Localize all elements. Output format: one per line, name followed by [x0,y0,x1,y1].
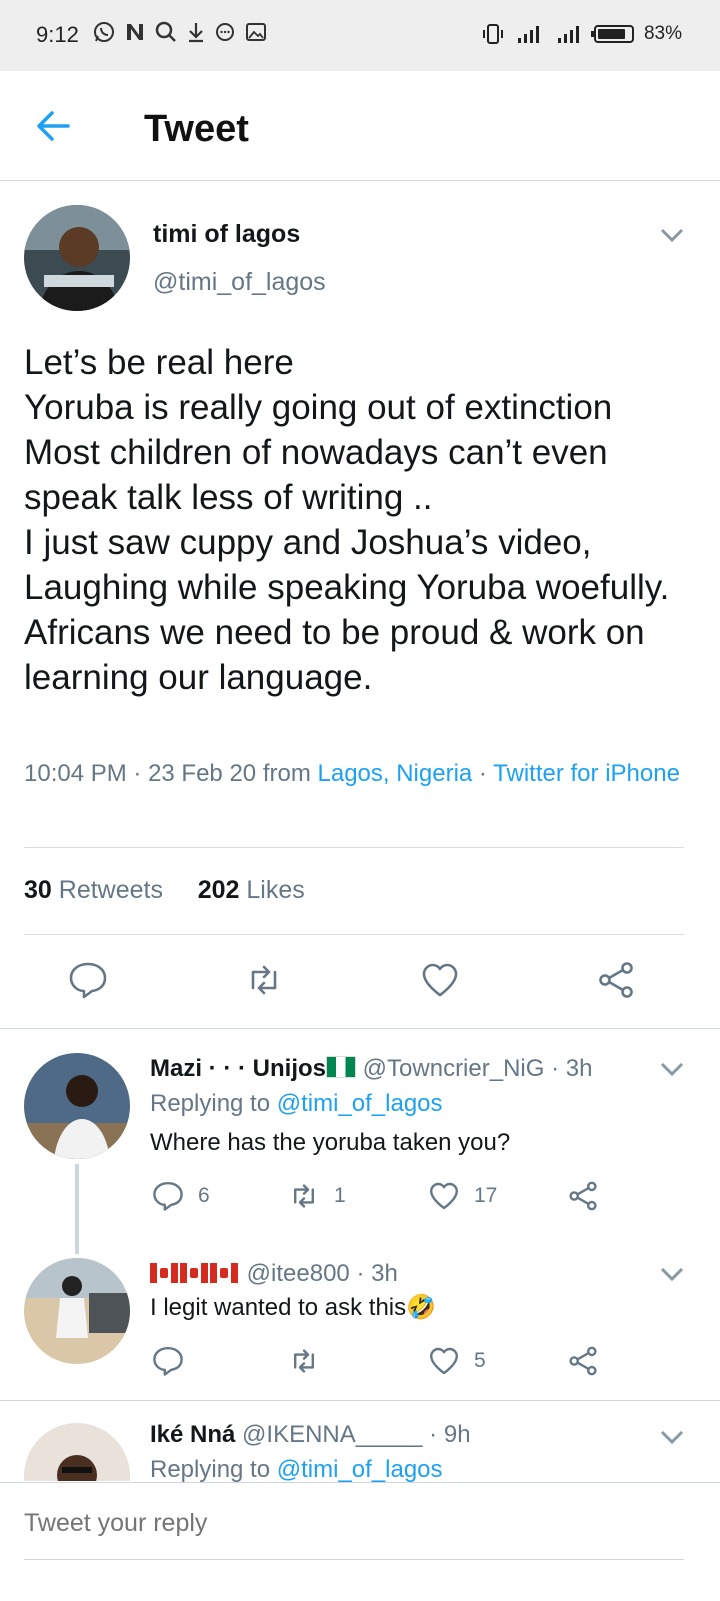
reply-header: Iké Nná @IKENNA_____ · 9h [150,1421,471,1448]
replying-to-link[interactable]: @timi_of_lagos [277,1456,443,1483]
page-title: Tweet [144,108,249,150]
replying-to: Replying to @timi_of_lagos [150,1090,443,1117]
image-icon [246,23,266,41]
reply-icon[interactable] [68,960,108,1000]
divider [24,934,684,935]
share-icon [569,1346,597,1376]
tweet-reply-input[interactable] [24,1509,684,1538]
chevron-down-icon[interactable] [658,1265,686,1283]
status-time: 9:12 [36,22,79,47]
reply-time: 9h [443,1421,471,1448]
replying-to: Replying to @timi_of_lagos [150,1456,443,1483]
reply-like-action[interactable]: 5 [428,1345,486,1377]
reply-count: 6 [198,1184,210,1207]
reply-author-name[interactable]: Mazi · · · Unijos [150,1055,326,1082]
section-divider [0,1028,720,1029]
chevron-down-icon[interactable] [658,226,686,244]
vibrate-icon [482,24,503,44]
reply-input-underline [24,1559,684,1560]
from-label: from [262,760,311,787]
reply-reply-action[interactable]: 6 [152,1180,210,1212]
replying-to-link[interactable]: @timi_of_lagos [277,1090,443,1117]
reply-retweet-action[interactable] [288,1345,320,1377]
reply-text: Where has the yoruba taken you? [150,1129,511,1156]
tweet-date: 23 Feb 20 [148,760,257,787]
reply-icon [153,1347,183,1376]
retweets-stat[interactable]: 30 Retweets [24,876,163,904]
reply-reply-action[interactable] [152,1345,184,1377]
reply-author-handle[interactable]: @Towncrier_NiG [363,1055,545,1082]
battery-icon [590,25,634,43]
search-icon [155,21,176,42]
reply-retweet-action[interactable]: 1 [288,1180,346,1212]
reply-author-handle[interactable]: @itee800 [247,1260,350,1287]
n-icon [127,24,143,40]
like-count: 5 [474,1349,486,1372]
retweet-count: 1 [334,1184,346,1207]
reply-avatar[interactable] [24,1258,130,1364]
reply-avatar[interactable] [24,1423,130,1481]
reply-share-action[interactable] [567,1345,599,1377]
reply-like-action[interactable]: 17 [428,1180,497,1212]
retweet-icon [294,1184,314,1208]
canada-flag-icon [180,1263,208,1283]
author-avatar[interactable] [24,205,130,311]
tweet-time: 10:04 PM [24,760,127,787]
signal-icon [517,26,539,43]
nigeria-flag-icon [326,1056,356,1078]
canada-flag-icon [150,1263,178,1283]
battery-percent: 83% [643,23,682,44]
download-icon [189,23,203,43]
signal-icon-2 [557,26,579,43]
divider [24,847,684,848]
back-arrow-icon [37,111,70,141]
tweet-actions [0,960,720,1010]
tweet-stats: 30 Retweets 202 Likes [24,876,305,905]
chat-icon [216,23,234,41]
like-icon [430,1347,458,1375]
section-divider [0,1400,720,1401]
back-button[interactable] [32,108,76,144]
reply-text: I legit wanted to ask this🤣 [150,1294,437,1321]
reply-share-action[interactable] [567,1180,599,1212]
status-bar: 9:12 83% [0,0,720,71]
tweet-source-link[interactable]: Twitter for iPhone [493,760,680,787]
like-icon[interactable] [420,960,460,1000]
status-right: 83% [480,22,682,46]
whatsapp-icon [94,22,114,42]
likes-stat[interactable]: 202 Likes [198,876,305,904]
retweet-icon [294,1349,314,1373]
reply-header: Mazi · · · Unijos @Towncrier_NiG · 3h [150,1055,593,1082]
reply-author-handle[interactable]: @IKENNA_____ [242,1421,422,1448]
share-icon [569,1181,597,1211]
tweet-text: Let’s be real here Yoruba is really goin… [24,343,670,697]
tweet-location-link[interactable]: Lagos, Nigeria [318,760,473,787]
like-count: 17 [474,1184,498,1207]
author-handle[interactable]: @timi_of_lagos [153,268,326,297]
reply-time: 3h [565,1055,593,1082]
share-icon[interactable] [596,960,636,1000]
reply-header: @itee800 · 3h [150,1260,398,1288]
chevron-down-icon[interactable] [658,1428,686,1446]
reply-bar [0,1482,720,1601]
reply-time: 3h [371,1260,398,1287]
canada-flag-icon [210,1263,238,1283]
retweet-icon[interactable] [244,960,284,1000]
reply-icon [153,1182,183,1211]
reply-author-name[interactable]: Iké Nná [150,1421,235,1448]
app-header: Tweet [0,71,720,181]
tweet-meta: 10:04 PM · 23 Feb 20 from Lagos, Nigeria… [24,760,680,787]
chevron-down-icon[interactable] [658,1060,686,1078]
notification-icons [92,20,268,44]
like-icon [430,1182,458,1210]
thread-line [75,1164,79,1254]
reply-avatar[interactable] [24,1053,130,1159]
author-name[interactable]: timi of lagos [153,220,300,249]
